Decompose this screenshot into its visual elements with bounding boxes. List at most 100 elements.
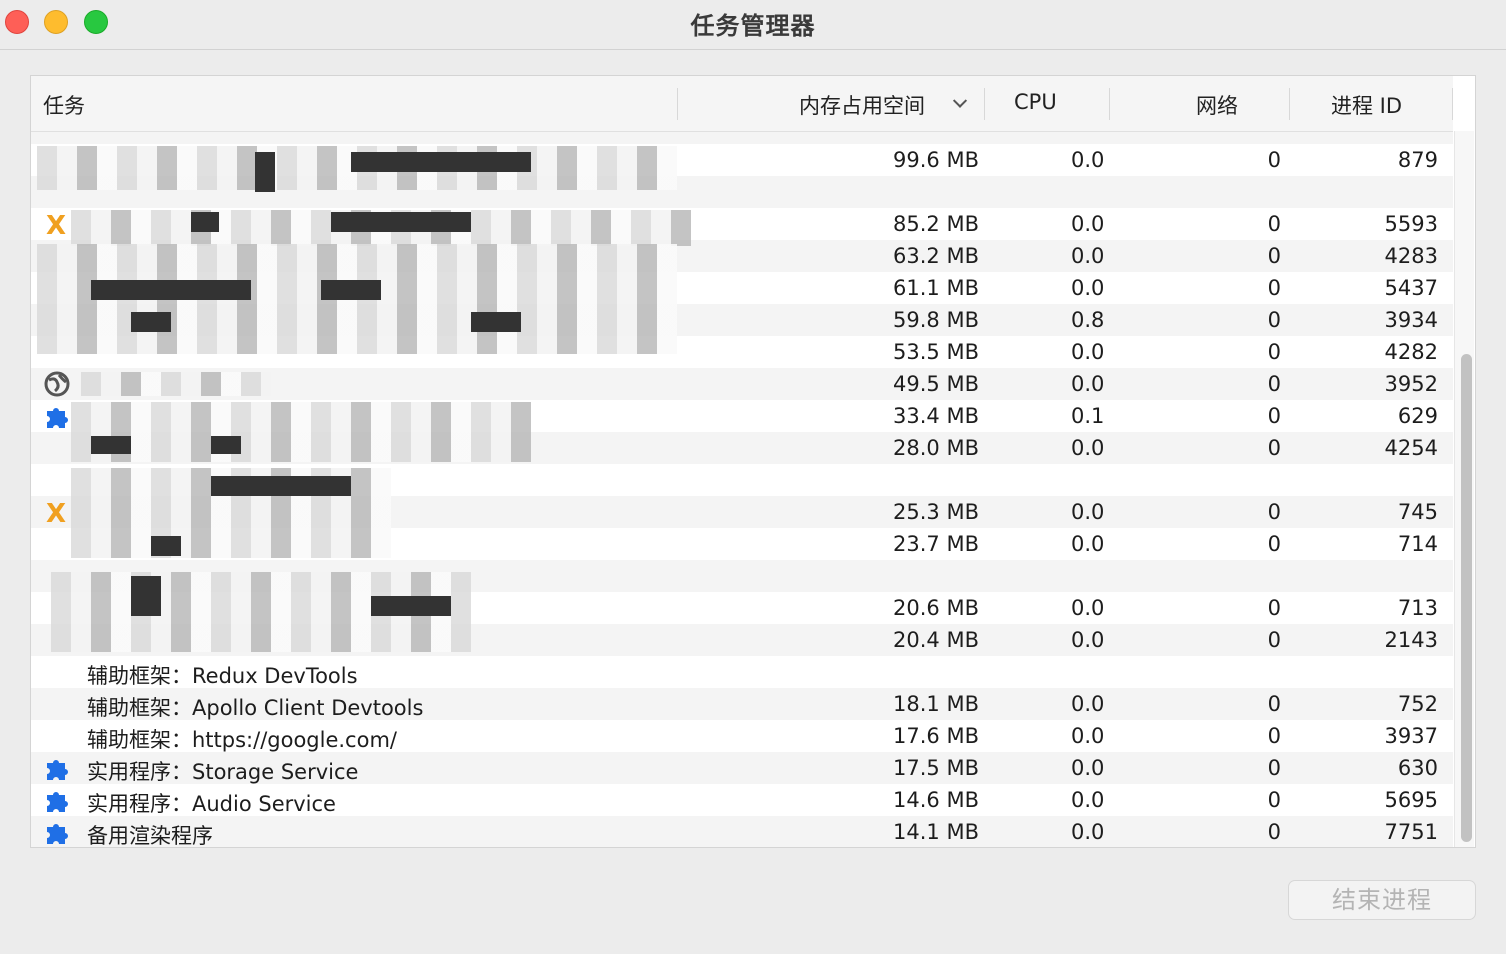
redaction-block bbox=[211, 476, 351, 496]
memory-value: 49.5 MB bbox=[893, 372, 979, 396]
cpu-value: 0.0 bbox=[1071, 148, 1105, 172]
column-header-cpu[interactable]: CPU bbox=[1014, 90, 1057, 114]
cpu-value: 0.0 bbox=[1071, 724, 1105, 748]
network-value: 0 bbox=[1267, 276, 1281, 300]
memory-value: 17.5 MB bbox=[893, 756, 979, 780]
column-header-pid[interactable]: 进程 ID bbox=[1331, 90, 1402, 120]
memory-value: 61.1 MB bbox=[893, 276, 979, 300]
puzzle-icon bbox=[47, 792, 68, 812]
memory-value: 28.0 MB bbox=[893, 436, 979, 460]
network-value: 0 bbox=[1267, 756, 1281, 780]
cpu-value: 0.0 bbox=[1071, 436, 1105, 460]
puzzle-icon bbox=[47, 760, 68, 780]
window-title: 任务管理器 bbox=[690, 12, 816, 40]
redaction-block bbox=[255, 152, 275, 192]
table-body: 99.6 MB 0.0 0 879 85.2 MB 0.0 0 5593 X 6… bbox=[31, 132, 1453, 848]
redaction-block bbox=[91, 280, 251, 300]
cpu-value: 0.0 bbox=[1071, 756, 1105, 780]
column-separator[interactable] bbox=[1109, 88, 1110, 120]
table-row[interactable]: 辅助框架：https://google.com/ 17.6 MB 0.0 0 3… bbox=[31, 720, 1453, 752]
cpu-value: 0.0 bbox=[1071, 532, 1105, 556]
network-value: 0 bbox=[1267, 212, 1281, 236]
network-value: 0 bbox=[1267, 244, 1281, 268]
column-header-task[interactable]: 任务 bbox=[43, 90, 85, 120]
memory-value: 17.6 MB bbox=[893, 724, 979, 748]
task-name: 实用程序：Storage Service bbox=[87, 760, 359, 784]
memory-value: 14.1 MB bbox=[893, 820, 979, 844]
cpu-value: 0.0 bbox=[1071, 788, 1105, 812]
column-separator[interactable] bbox=[1289, 88, 1290, 120]
pid-value: 714 bbox=[1397, 532, 1438, 556]
redaction-block bbox=[331, 212, 471, 232]
redaction-block bbox=[131, 312, 171, 332]
pid-value: 5437 bbox=[1384, 276, 1438, 300]
column-header-memory[interactable]: 内存占用空间 bbox=[799, 90, 925, 120]
memory-value: 85.2 MB bbox=[893, 212, 979, 236]
table-row[interactable]: 辅助框架：Apollo Client Devtools 18.1 MB 0.0 … bbox=[31, 688, 1453, 720]
vertical-scrollbar-thumb[interactable] bbox=[1461, 354, 1472, 842]
x-icon: X bbox=[46, 211, 66, 237]
redaction-block bbox=[151, 536, 181, 556]
cpu-value: 0.0 bbox=[1071, 820, 1105, 844]
memory-value: 63.2 MB bbox=[893, 244, 979, 268]
redaction-block bbox=[211, 436, 241, 454]
network-value: 0 bbox=[1267, 404, 1281, 428]
redaction-block bbox=[191, 212, 219, 232]
redaction-block bbox=[351, 152, 531, 172]
memory-value: 20.6 MB bbox=[893, 596, 979, 620]
cpu-value: 0.0 bbox=[1071, 276, 1105, 300]
pid-value: 713 bbox=[1397, 596, 1438, 620]
x-icon: X bbox=[46, 499, 66, 525]
memory-value: 53.5 MB bbox=[893, 340, 979, 364]
memory-value: 33.4 MB bbox=[893, 404, 979, 428]
redacted-task-name bbox=[81, 372, 271, 396]
redaction-block bbox=[471, 312, 521, 332]
task-name: 辅助框架：https://google.com/ bbox=[87, 728, 397, 752]
pid-value: 5593 bbox=[1384, 212, 1438, 236]
sort-chevron-down-icon bbox=[952, 93, 968, 108]
table-row[interactable]: 辅助框架：Redux DevTools bbox=[31, 656, 1453, 688]
task-name: 备用渲染程序 bbox=[87, 824, 213, 848]
network-value: 0 bbox=[1267, 724, 1281, 748]
memory-value: 14.6 MB bbox=[893, 788, 979, 812]
puzzle-icon bbox=[47, 408, 68, 428]
cpu-value: 0.8 bbox=[1071, 308, 1105, 332]
pid-value: 752 bbox=[1397, 692, 1438, 716]
pid-value: 5695 bbox=[1384, 788, 1438, 812]
redaction-block bbox=[91, 436, 131, 454]
table-row[interactable]: 实用程序：Audio Service 14.6 MB 0.0 0 5695 bbox=[31, 784, 1453, 816]
column-separator[interactable] bbox=[984, 88, 985, 120]
task-name: 实用程序：Audio Service bbox=[87, 792, 336, 816]
cpu-value: 0.0 bbox=[1071, 244, 1105, 268]
cpu-value: 0.0 bbox=[1071, 596, 1105, 620]
pid-value: 4283 bbox=[1384, 244, 1438, 268]
task-name: 辅助框架：Apollo Client Devtools bbox=[87, 696, 424, 720]
cpu-value: 0.0 bbox=[1071, 628, 1105, 652]
network-value: 0 bbox=[1267, 788, 1281, 812]
redaction-block bbox=[321, 280, 381, 300]
network-value: 0 bbox=[1267, 820, 1281, 844]
column-separator[interactable] bbox=[1452, 88, 1453, 120]
memory-value: 20.4 MB bbox=[893, 628, 979, 652]
memory-value: 59.8 MB bbox=[893, 308, 979, 332]
network-value: 0 bbox=[1267, 532, 1281, 556]
pid-value: 3934 bbox=[1384, 308, 1438, 332]
redaction-block bbox=[131, 576, 161, 616]
column-header-network[interactable]: 网络 bbox=[1196, 90, 1238, 120]
memory-value: 25.3 MB bbox=[893, 500, 979, 524]
globe-icon bbox=[44, 371, 70, 397]
column-separator[interactable] bbox=[677, 88, 678, 120]
end-process-button[interactable]: 结束进程 bbox=[1288, 880, 1476, 920]
network-value: 0 bbox=[1267, 596, 1281, 620]
svg-text:X: X bbox=[46, 211, 66, 237]
table-row[interactable]: 实用程序：Storage Service 17.5 MB 0.0 0 630 bbox=[31, 752, 1453, 784]
network-value: 0 bbox=[1267, 372, 1281, 396]
memory-value: 99.6 MB bbox=[893, 148, 979, 172]
title-bar: 任务管理器 bbox=[0, 0, 1506, 50]
table-header: 任务 内存占用空间 CPU 网络 进程 ID bbox=[31, 76, 1453, 132]
table-row-partial[interactable] bbox=[31, 132, 1453, 144]
memory-value: 18.1 MB bbox=[893, 692, 979, 716]
table-row[interactable]: 备用渲染程序 14.1 MB 0.0 0 7751 bbox=[31, 816, 1453, 848]
pid-value: 629 bbox=[1397, 404, 1438, 428]
pid-value: 879 bbox=[1397, 148, 1438, 172]
